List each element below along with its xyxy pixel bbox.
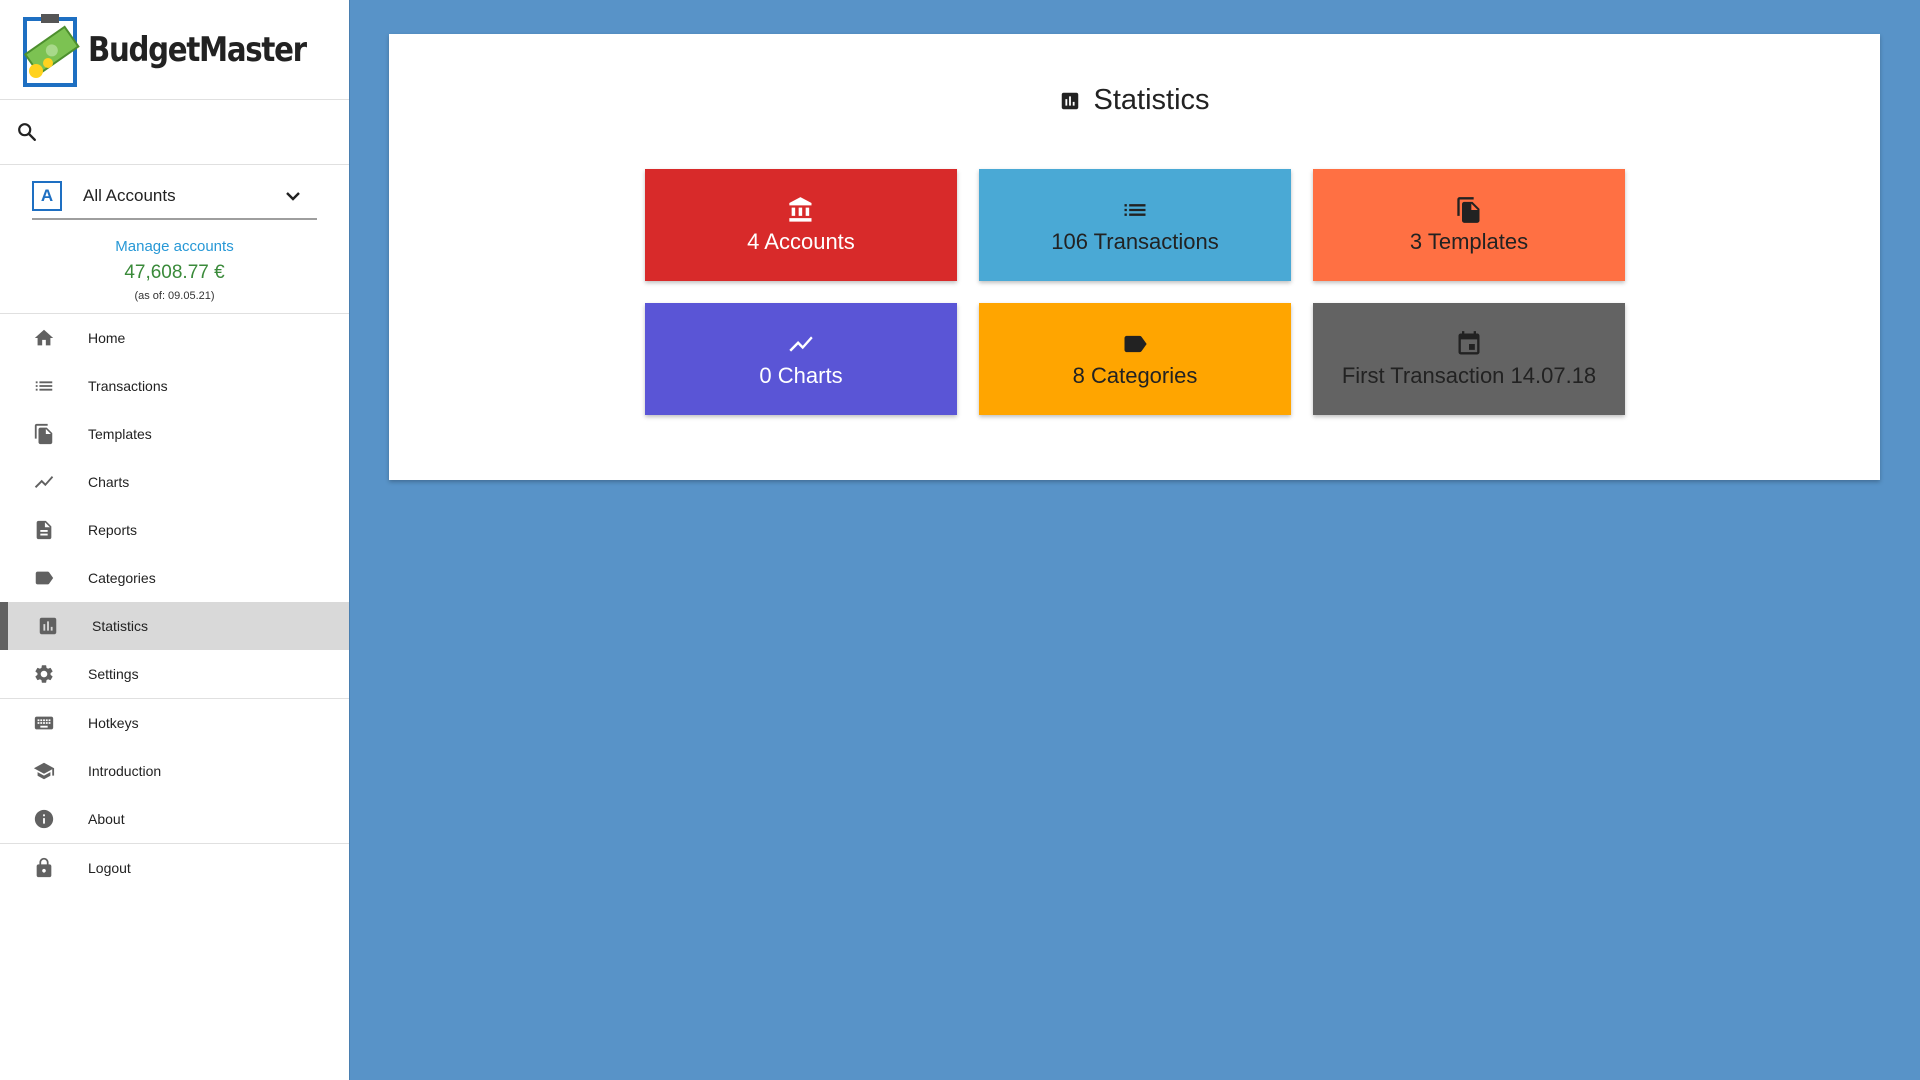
sidebar-nav: Home Transactions Templates Charts Repor…	[0, 314, 349, 892]
calendar-icon	[1455, 329, 1483, 359]
logo-icon	[23, 13, 80, 87]
page-title: Statistics	[389, 84, 1880, 117]
keyboard-icon	[32, 711, 56, 735]
file-copy-icon	[1455, 195, 1483, 225]
sidebar-item-label: Introduction	[88, 763, 162, 779]
statistics-card: Statistics 4 Accounts 106 Transactions 3…	[389, 34, 1880, 480]
logo[interactable]: BudgetMaster	[0, 0, 349, 100]
sidebar-item-label: About	[88, 811, 125, 827]
tile-categories[interactable]: 8 Categories	[979, 303, 1291, 415]
account-badge: A	[32, 180, 62, 211]
line-chart-icon	[787, 329, 815, 359]
sidebar-item-label: Settings	[88, 666, 139, 682]
label-icon	[1121, 329, 1149, 359]
account-selected: All Accounts	[83, 185, 176, 205]
gear-icon	[32, 662, 56, 686]
sidebar-item-transactions[interactable]: Transactions	[0, 362, 349, 410]
tile-charts[interactable]: 0 Charts	[645, 303, 957, 415]
tile-label: First Transaction 14.07.18	[1341, 363, 1597, 388]
tile-label: 106 Transactions	[1051, 229, 1219, 254]
manage-accounts-link[interactable]: Manage accounts	[0, 238, 349, 255]
tile-label: 3 Templates	[1409, 229, 1529, 254]
info-icon	[32, 807, 56, 831]
report-icon	[32, 518, 56, 542]
sidebar-item-label: Hotkeys	[88, 715, 139, 731]
sidebar-item-label: Statistics	[92, 618, 149, 634]
tile-label: 4 Accounts	[747, 229, 855, 254]
sidebar-item-label: Home	[88, 330, 126, 346]
label-icon	[32, 566, 56, 590]
sidebar-item-hotkeys[interactable]: Hotkeys	[0, 699, 349, 747]
sidebar-item-label: Reports	[88, 522, 138, 538]
sidebar-item-charts[interactable]: Charts	[0, 458, 349, 506]
sidebar-item-label: Categories	[88, 570, 156, 586]
file-copy-icon	[32, 422, 56, 446]
tile-first-transaction[interactable]: First Transaction 14.07.18	[1313, 303, 1625, 415]
app-name: BudgetMaster	[88, 29, 307, 70]
sidebar-item-templates[interactable]: Templates	[0, 410, 349, 458]
chevron-down-icon[interactable]	[285, 190, 301, 202]
account-balance: 47,608.77 €	[124, 262, 225, 283]
sidebar-item-introduction[interactable]: Introduction	[0, 747, 349, 795]
sidebar-item-reports[interactable]: Reports	[0, 506, 349, 554]
sidebar-item-label: Transactions	[88, 378, 168, 394]
account-panel: A All Accounts Manage accounts 47,608.77…	[0, 165, 349, 314]
sidebar-item-categories[interactable]: Categories	[0, 554, 349, 602]
tile-accounts[interactable]: 4 Accounts	[645, 169, 957, 281]
sidebar-item-label: Templates	[88, 426, 152, 442]
bar-chart-icon	[36, 614, 60, 638]
search-icon[interactable]	[16, 121, 38, 143]
home-icon	[32, 326, 56, 350]
bar-chart-icon	[1059, 90, 1081, 112]
page-title-text: Statistics	[1093, 84, 1210, 116]
sidebar-item-home[interactable]: Home	[0, 314, 349, 362]
search-bar[interactable]	[0, 100, 349, 165]
balance-as-of: (as of: 09.05.21)	[134, 290, 215, 302]
tile-transactions[interactable]: 106 Transactions	[979, 169, 1291, 281]
sidebar: BudgetMaster A All Accounts Manage accou…	[0, 0, 350, 1080]
sidebar-item-settings[interactable]: Settings	[0, 650, 349, 698]
lock-icon	[32, 856, 56, 880]
list-icon	[1121, 195, 1149, 225]
tile-templates[interactable]: 3 Templates	[1313, 169, 1625, 281]
sidebar-item-logout[interactable]: Logout	[0, 844, 349, 892]
list-icon	[32, 374, 56, 398]
sidebar-item-about[interactable]: About	[0, 795, 349, 843]
line-chart-icon	[32, 470, 56, 494]
sidebar-item-label: Logout	[88, 860, 131, 876]
school-icon	[32, 759, 56, 783]
sidebar-item-statistics[interactable]: Statistics	[0, 602, 349, 650]
tile-label: 8 Categories	[1072, 363, 1198, 388]
bank-icon	[787, 195, 815, 225]
statistics-grid: 4 Accounts 106 Transactions 3 Templates …	[645, 169, 1625, 415]
tile-label: 0 Charts	[759, 363, 843, 388]
account-selector[interactable]: A All Accounts	[32, 173, 317, 220]
sidebar-item-label: Charts	[88, 474, 130, 490]
